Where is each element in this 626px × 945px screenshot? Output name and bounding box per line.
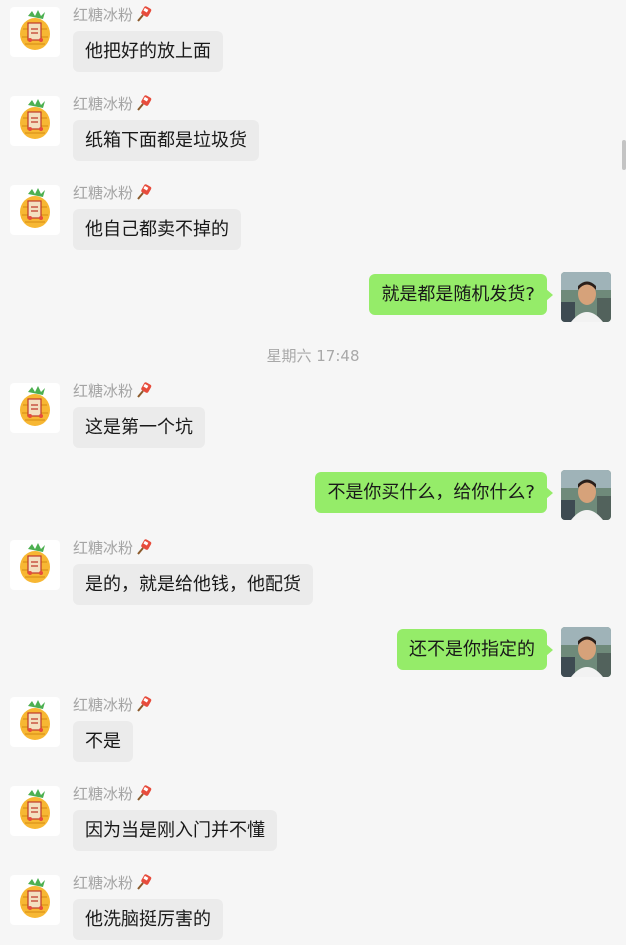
message-bubble[interactable]: 不是你买什么，给你什么?: [315, 472, 553, 513]
message-bubble[interactable]: 他自己都卖不掉的: [73, 209, 241, 250]
message-bubble[interactable]: 他把好的放上面: [73, 31, 223, 72]
sender-avatar-icon[interactable]: [10, 383, 60, 433]
sender-avatar-icon[interactable]: [10, 786, 60, 836]
message-bubble[interactable]: 这是第一个坑: [73, 407, 205, 448]
scrollbar-thumb[interactable]: [622, 140, 626, 170]
outgoing-message: 不是你买什么，给你什么?: [251, 470, 611, 520]
sender-avatar-icon[interactable]: [10, 96, 60, 146]
ice-cream-sticker-icon: [137, 95, 152, 111]
sender-avatar-icon[interactable]: [10, 875, 60, 925]
message-bubble[interactable]: 不是: [73, 721, 133, 762]
sender-avatar-icon[interactable]: [10, 697, 60, 747]
sender-avatar-icon[interactable]: [10, 7, 60, 57]
outgoing-message: 就是都是随机发货?: [311, 272, 611, 322]
message-bubble[interactable]: 是的，就是给他钱，他配货: [73, 564, 313, 605]
ice-cream-sticker-icon: [137, 785, 152, 801]
outgoing-message: 还不是你指定的: [311, 627, 611, 677]
timestamp-divider: 星期六 17:48: [266, 347, 360, 365]
sender-name: 红糖冰粉: [73, 5, 153, 25]
sender-avatar-icon[interactable]: [10, 185, 60, 235]
sender-name: 红糖冰粉: [73, 538, 153, 558]
sender-name: 红糖冰粉: [73, 183, 153, 203]
ice-cream-sticker-icon: [137, 696, 152, 712]
user-avatar[interactable]: [561, 470, 611, 520]
sender-name: 红糖冰粉: [73, 381, 153, 401]
sender-name: 红糖冰粉: [73, 695, 153, 715]
message-bubble[interactable]: 纸箱下面都是垃圾货: [73, 120, 259, 161]
message-bubble[interactable]: 因为当是刚入门并不懂: [73, 810, 277, 851]
ice-cream-sticker-icon: [137, 382, 152, 398]
user-avatar[interactable]: [561, 272, 611, 322]
chat-message-list[interactable]: 红糖冰粉 他把好的放上面 红糖冰粉 纸箱下面都是垃圾货 红糖冰粉 他自己都卖不掉…: [0, 0, 626, 940]
message-bubble[interactable]: 他洗脑挺厉害的: [73, 899, 223, 940]
ice-cream-sticker-icon: [137, 539, 152, 555]
ice-cream-sticker-icon: [137, 874, 152, 890]
message-bubble[interactable]: 就是都是随机发货?: [369, 274, 553, 315]
ice-cream-sticker-icon: [137, 6, 152, 22]
sender-name: 红糖冰粉: [73, 873, 153, 893]
user-avatar[interactable]: [561, 627, 611, 677]
sender-avatar-icon[interactable]: [10, 540, 60, 590]
sender-name: 红糖冰粉: [73, 784, 153, 804]
message-bubble[interactable]: 还不是你指定的: [397, 629, 553, 670]
ice-cream-sticker-icon: [137, 184, 152, 200]
sender-name: 红糖冰粉: [73, 94, 153, 114]
